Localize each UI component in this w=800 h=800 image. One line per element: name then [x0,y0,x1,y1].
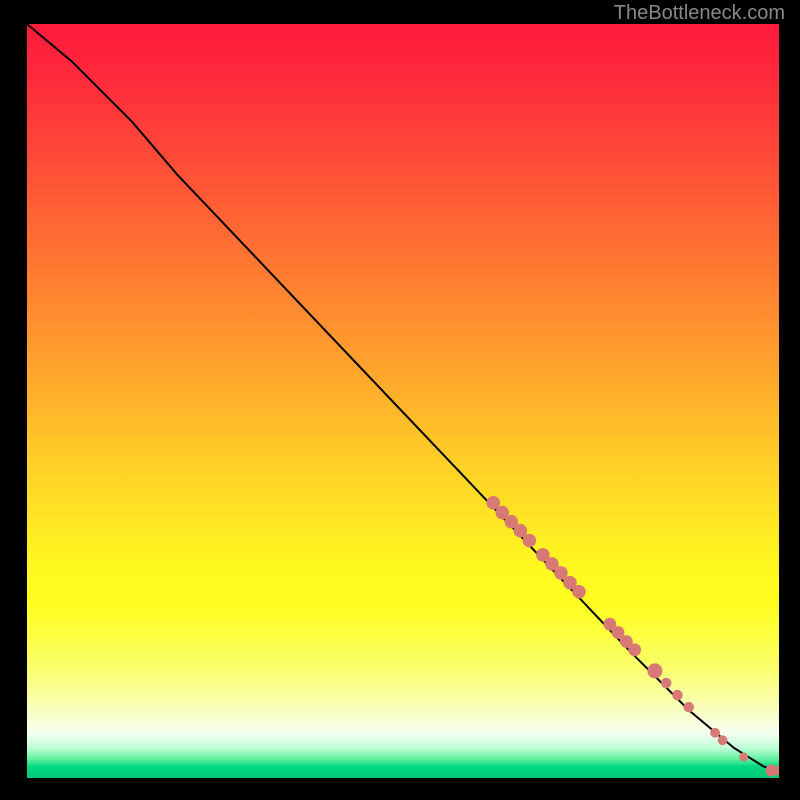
scatter-point [710,728,720,738]
scatter-point [572,585,586,599]
scatter-point [683,702,694,713]
scatter-point [739,752,748,761]
plot-area [27,24,779,778]
chart-container: TheBottleneck.com [0,0,800,800]
watermark-text: TheBottleneck.com [614,2,785,25]
scatter-point [628,643,641,656]
scatter-points [486,496,779,776]
scatter-point [523,534,537,548]
scatter-point [647,663,662,678]
scatter-point [718,735,728,745]
scatter-point [661,678,672,689]
scatter-point [775,764,779,776]
scatter-point [672,690,683,701]
chart-svg [27,24,779,778]
chart-curve [27,24,779,770]
